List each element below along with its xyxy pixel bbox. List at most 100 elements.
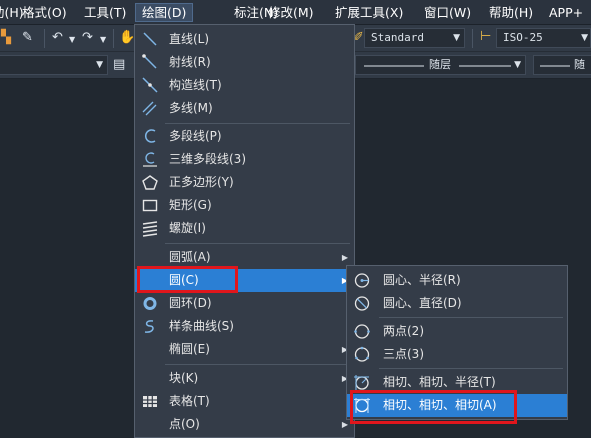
dim-style-icon: ⊢ (480, 29, 492, 44)
linetype-combo[interactable]: 随层 ▼ (355, 55, 526, 75)
menu-item-label: 三点(3) (383, 347, 424, 361)
menu-item-label: 多段线(P) (169, 129, 222, 143)
menu-item-label: 构造线(T) (169, 78, 222, 92)
menu-item-label: 正多边形(Y) (169, 175, 234, 189)
menu-app-plus[interactable]: APP+ (543, 3, 589, 22)
chevron-down-icon: ▼ (453, 33, 460, 43)
menu-tools[interactable]: 工具(T) (78, 3, 132, 22)
undo-icon[interactable]: ↶ (52, 30, 63, 46)
menu-item-label: 圆心、直径(D) (383, 296, 462, 310)
rectangle-icon (142, 199, 158, 212)
menu-divider (165, 123, 350, 124)
toolbar-separator (472, 29, 473, 48)
menu-item-ray[interactable]: 射线(R) (135, 51, 354, 74)
menu-item-label: 直线(L) (169, 32, 210, 46)
menu-item-label: 样条曲线(S) (169, 319, 234, 333)
text-style-value: Standard (371, 31, 424, 44)
menu-item-label: 射线(R) (169, 55, 211, 69)
menu-item-point[interactable]: 点(O) ▶ (135, 413, 354, 436)
menu-item-label: 表格(T) (169, 394, 210, 408)
menu-item-spline[interactable]: 样条曲线(S) (135, 315, 354, 338)
toolbar-separator (44, 29, 45, 48)
menu-help[interactable]: 帮助(H) (483, 3, 539, 22)
polygon-icon (142, 175, 158, 190)
line-icon (143, 32, 157, 46)
three-point-circle-icon (354, 346, 370, 362)
draw-menu-dropdown: 直线(L) 射线(R) 构造线(T) 多线(M) 多段线(P) 三维多段线(3)… (134, 24, 355, 438)
menu-item-label: 块(K) (169, 371, 199, 385)
menu-format[interactable]: 格式(O) (16, 3, 73, 22)
annotation-box-circle (137, 266, 238, 293)
menu-draw[interactable]: 绘图(D) (135, 3, 194, 22)
menu-bar: 助(H) 格式(O) 工具(T) 绘图(D) 标注(N) 修改(M) 扩展工具(… (0, 0, 591, 25)
chevron-down-icon: ▼ (514, 60, 521, 70)
dim-style-combo[interactable]: ISO-25 ▼ (496, 28, 591, 48)
menu-item-table[interactable]: 表格(T) (135, 390, 354, 413)
menu-item-label: 圆环(D) (169, 296, 212, 310)
3dpolyline-icon (143, 152, 157, 167)
layer-combo[interactable]: ▼ (0, 55, 108, 75)
menu-item-mline[interactable]: 多线(M) (135, 97, 354, 120)
linetype-sample-icon (459, 65, 511, 67)
menu-item-label: 点(O) (169, 417, 200, 431)
menu-item-ellipse[interactable]: 椭圆(E) ▶ (135, 338, 354, 361)
menu-item-label: 圆心、半径(R) (383, 273, 461, 287)
menu-modify[interactable]: 修改(M) (262, 3, 320, 22)
dim-style-value: ISO-25 (503, 31, 543, 44)
donut-icon (143, 297, 157, 310)
menu-item-xline[interactable]: 构造线(T) (135, 74, 354, 97)
menu-divider (379, 368, 563, 369)
linetype-value: 随层 (429, 58, 451, 71)
toolbar-separator (113, 29, 114, 48)
menu-item-label: 三维多段线(3) (169, 152, 246, 166)
menu-item-polyline[interactable]: 多段线(P) (135, 125, 354, 148)
menu-item-center-radius[interactable]: 圆心、半径(R) (347, 269, 567, 292)
paste-icon[interactable]: ▚ (1, 30, 11, 46)
menu-item-label: 多线(M) (169, 101, 213, 115)
match-properties-icon[interactable]: ✎ (22, 30, 33, 46)
layer-properties-icon[interactable]: ▤ (113, 57, 125, 73)
two-point-circle-icon (354, 324, 370, 339)
center-radius-icon (354, 273, 370, 288)
lineweight-sample-icon (540, 65, 570, 67)
spline-icon (144, 320, 154, 333)
menu-item-center-diameter[interactable]: 圆心、直径(D) (347, 292, 567, 315)
chevron-down-icon: ▼ (581, 33, 588, 43)
menu-extend-tools[interactable]: 扩展工具(X) (329, 3, 409, 22)
lineweight-combo[interactable]: 随 (533, 55, 591, 75)
lineweight-value: 随 (574, 58, 585, 71)
text-style-combo[interactable]: Standard ▼ (364, 28, 465, 48)
menu-item-label: 矩形(G) (169, 198, 212, 212)
menu-item-three-point[interactable]: 三点(3) (347, 343, 567, 366)
chevron-down-icon: ▼ (96, 60, 103, 70)
redo-icon[interactable]: ↷ (82, 30, 93, 46)
menu-divider (165, 364, 350, 365)
ray-icon (142, 54, 157, 69)
menu-item-rectangle[interactable]: 矩形(G) (135, 194, 354, 217)
menu-item-donut[interactable]: 圆环(D) (135, 292, 354, 315)
helix-icon (142, 221, 158, 237)
menu-divider (379, 317, 563, 318)
menu-item-label: 两点(2) (383, 324, 424, 338)
menu-item-helix[interactable]: 螺旋(I) (135, 217, 354, 240)
annotation-box-tan-tan-tan (350, 390, 517, 424)
menu-divider (165, 243, 350, 244)
undo-dropdown-icon[interactable]: ▼ (69, 32, 75, 48)
menu-item-polygon[interactable]: 正多边形(Y) (135, 171, 354, 194)
xline-icon (142, 77, 158, 93)
menu-item-line[interactable]: 直线(L) (135, 28, 354, 51)
tan-tan-radius-icon (354, 375, 369, 390)
menu-item-two-point[interactable]: 两点(2) (347, 320, 567, 343)
mline-icon (142, 101, 157, 116)
menu-item-block[interactable]: 块(K) ▶ (135, 367, 354, 390)
table-icon (143, 396, 157, 407)
redo-dropdown-icon[interactable]: ▼ (100, 32, 106, 48)
pan-icon[interactable]: ✋ (119, 30, 135, 46)
linetype-sample-icon (364, 65, 424, 67)
menu-item-label: 椭圆(E) (169, 342, 210, 356)
menu-item-3dpolyline[interactable]: 三维多段线(3) (135, 148, 354, 171)
menu-window[interactable]: 窗口(W) (418, 3, 477, 22)
center-diameter-icon (354, 296, 370, 311)
menu-item-label: 螺旋(I) (169, 221, 206, 235)
polyline-icon (145, 129, 156, 143)
